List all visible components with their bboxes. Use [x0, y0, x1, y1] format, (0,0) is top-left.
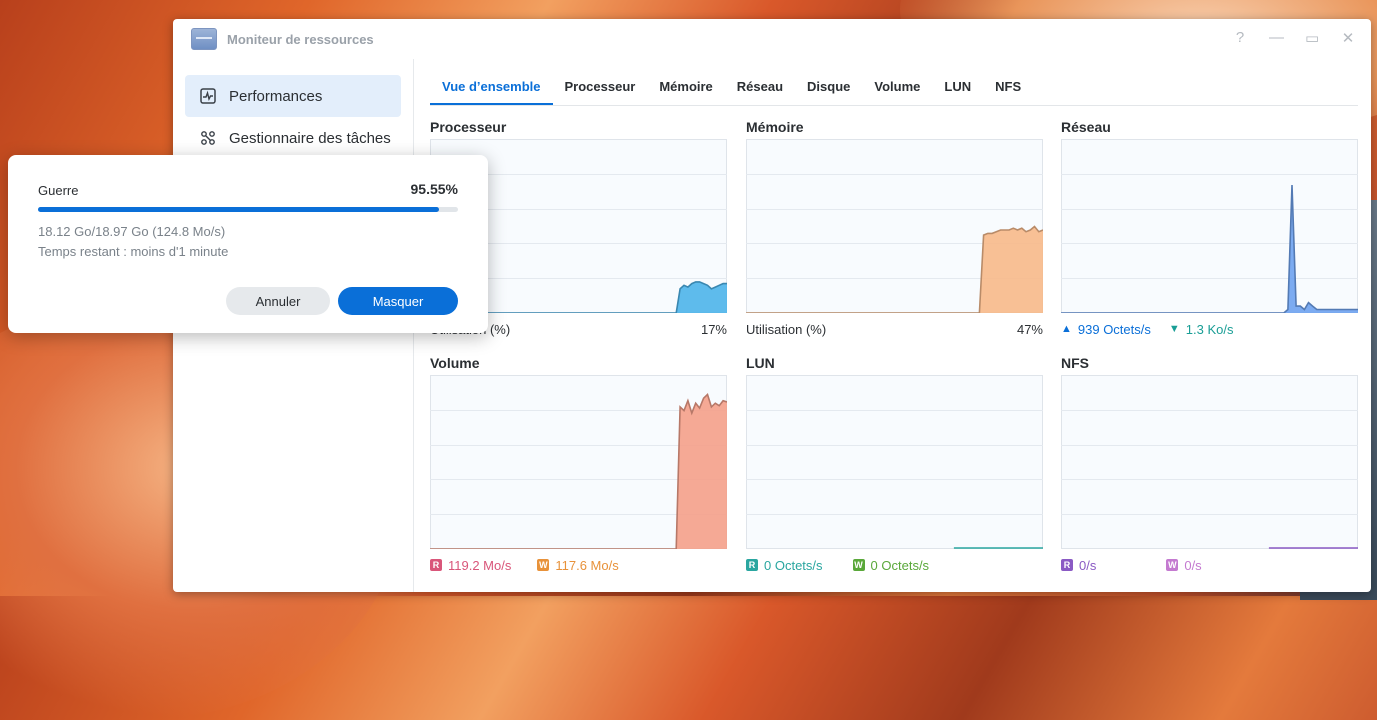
- read-badge-icon: R: [430, 559, 442, 571]
- chart-background: [1061, 375, 1358, 549]
- sidebar-item-label: Performances: [229, 87, 323, 105]
- close-icon[interactable]: ✕: [1341, 29, 1355, 47]
- volume-panel-footer: R 119.2 Mo/s W 117.6 Mo/s: [430, 555, 727, 575]
- memory-usage-chart: [746, 139, 1043, 313]
- performance-icon: [199, 87, 217, 105]
- upload-progress-fill: [38, 207, 440, 212]
- sidebar-item-performances[interactable]: Performances: [185, 75, 401, 117]
- minimize-icon[interactable]: —: [1269, 29, 1284, 47]
- cpu-panel-title: Processeur: [430, 119, 507, 135]
- chart-background: [746, 375, 1043, 549]
- volume-read-rate: 119.2 Mo/s: [448, 557, 512, 573]
- tab-memory[interactable]: Mémoire: [647, 75, 724, 100]
- network-panel: Réseau ▲ 939 Octets/s ▼ 1.3 Ko/s: [1061, 119, 1358, 339]
- nfs-write-rate: 0/s: [1184, 557, 1202, 573]
- tab-overview[interactable]: Vue d’ensemble: [430, 75, 553, 105]
- tab-processor[interactable]: Processeur: [553, 75, 648, 100]
- upload-arrow-icon: ▲: [1061, 323, 1072, 335]
- lun-read-rate: 0 Octets/s: [764, 557, 823, 573]
- volume-io-chart: [430, 375, 727, 549]
- maximize-icon[interactable]: ▭: [1305, 29, 1319, 47]
- upload-time-remaining: Temps restant : moins d'1 minute: [38, 244, 229, 259]
- write-badge-icon: W: [852, 559, 865, 571]
- volume-write-rate: 117.6 Mo/s: [555, 557, 619, 573]
- nfs-panel-title: NFS: [1061, 355, 1089, 371]
- tab-disk[interactable]: Disque: [795, 75, 862, 100]
- tab-lun[interactable]: LUN: [932, 75, 983, 100]
- nfs-read-rate: 0/s: [1079, 557, 1097, 573]
- cancel-button[interactable]: Annuler: [226, 287, 330, 315]
- nfs-panel: NFS R 0/s W 0/s: [1061, 355, 1358, 575]
- network-upload-rate: 939 Octets/s: [1077, 321, 1151, 337]
- cpu-usage-value: 17%: [700, 321, 727, 337]
- volume-panel: Volume R 119.2 Mo/s W 117.6 Mo/s: [430, 355, 727, 575]
- sidebar-item-label: Gestionnaire des tâches: [229, 129, 391, 147]
- read-badge-icon: R: [746, 559, 758, 571]
- resource-monitor-app-icon: [191, 28, 217, 50]
- tab-bar: Vue d’ensemble Processeur Mémoire Réseau…: [430, 75, 1358, 106]
- lun-panel-footer: R 0 Octets/s W 0 Octets/s: [746, 555, 1043, 575]
- tab-network[interactable]: Réseau: [725, 75, 795, 100]
- hide-button[interactable]: Masquer: [338, 287, 458, 315]
- memory-usage-value: 47%: [1016, 321, 1043, 337]
- window-title: Moniteur de ressources: [227, 31, 374, 47]
- volume-panel-title: Volume: [430, 355, 480, 371]
- network-download-rate: 1.3 Ko/s: [1185, 321, 1234, 337]
- write-badge-icon: W: [1166, 559, 1179, 571]
- memory-panel-footer: Utilisation (%) 47%: [746, 319, 1043, 339]
- read-badge-icon: R: [1061, 559, 1073, 571]
- network-traffic-chart: [1061, 139, 1358, 313]
- memory-usage-label: Utilisation (%): [746, 321, 827, 337]
- chart-background: [1061, 139, 1358, 313]
- network-panel-footer: ▲ 939 Octets/s ▼ 1.3 Ko/s: [1061, 319, 1358, 339]
- tab-nfs[interactable]: NFS: [983, 75, 1033, 100]
- memory-panel: Mémoire Utilisation (%) 47%: [746, 119, 1043, 339]
- network-panel-title: Réseau: [1061, 119, 1111, 135]
- task-manager-icon: [199, 129, 217, 147]
- lun-panel: LUN R 0 Octets/s W 0 Octets/s: [746, 355, 1043, 575]
- download-arrow-icon: ▼: [1168, 323, 1180, 335]
- write-badge-icon: W: [537, 559, 550, 571]
- lun-write-rate: 0 Octets/s: [870, 557, 930, 573]
- nfs-panel-footer: R 0/s W 0/s: [1061, 555, 1358, 575]
- lun-panel-title: LUN: [746, 355, 775, 371]
- lun-io-chart: [746, 375, 1043, 549]
- upload-file-name: Guerre: [38, 183, 79, 198]
- title-bar: Moniteur de ressources ? — ▭ ✕: [173, 19, 1371, 59]
- upload-progress-bar: [38, 207, 458, 212]
- main-content: Vue d’ensemble Processeur Mémoire Réseau…: [414, 59, 1371, 592]
- tab-volume[interactable]: Volume: [862, 75, 932, 100]
- memory-panel-title: Mémoire: [746, 119, 804, 135]
- upload-percent: 95.55%: [410, 181, 458, 197]
- upload-progress-dialog: Guerre 95.55% 18.12 Go/18.97 Go (124.8 M…: [8, 155, 488, 333]
- nfs-io-chart: [1061, 375, 1358, 549]
- upload-size-line: 18.12 Go/18.97 Go (124.8 Mo/s): [38, 224, 226, 239]
- sidebar-item-task-manager[interactable]: Gestionnaire des tâches: [185, 117, 401, 159]
- help-icon[interactable]: ?: [1233, 29, 1247, 47]
